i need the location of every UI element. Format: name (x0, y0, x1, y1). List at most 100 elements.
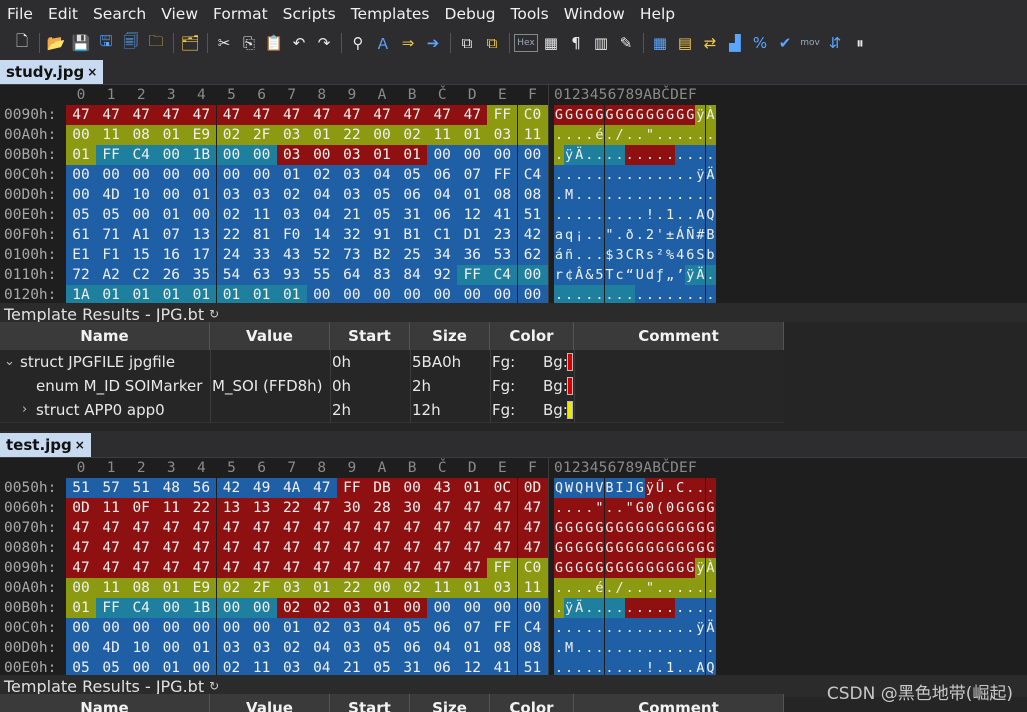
hex-byte[interactable]: 03 (336, 598, 367, 618)
hex-byte[interactable]: 2F (246, 125, 277, 145)
ascii-char[interactable]: . (675, 598, 686, 618)
hex-byte[interactable]: 03 (216, 185, 247, 205)
ascii-char[interactable]: . (594, 185, 605, 205)
hex-byte[interactable]: 00 (156, 638, 187, 658)
hex-byte[interactable]: 47 (96, 538, 127, 558)
ascii-char[interactable]: G (584, 105, 595, 125)
ascii-char[interactable]: G (554, 105, 564, 125)
ascii-char[interactable]: . (655, 598, 665, 618)
ascii-char[interactable]: 3 (614, 245, 625, 265)
hex-byte[interactable]: 47 (216, 538, 247, 558)
ascii-char[interactable]: ¡ (574, 225, 585, 245)
ascii-char[interactable]: r (554, 265, 564, 285)
column-color[interactable]: Color (490, 322, 574, 350)
ascii-char[interactable]: G (614, 558, 625, 578)
hex-byte[interactable]: 00 (96, 165, 127, 185)
ascii-char[interactable]: . (685, 598, 696, 618)
hex-byte[interactable]: 02 (397, 125, 428, 145)
menu-help[interactable]: Help (633, 0, 683, 28)
ascii-char[interactable]: ( (655, 498, 665, 518)
ascii-char[interactable]: G (634, 498, 645, 518)
hex-byte[interactable]: 47 (216, 518, 247, 538)
percent-icon[interactable]: % (748, 31, 772, 55)
ascii-char[interactable]: T (604, 265, 615, 285)
ascii-char[interactable]: . (564, 165, 575, 185)
ascii-char[interactable]: . (665, 285, 676, 305)
ascii-char[interactable]: . (644, 598, 655, 618)
hex-byte[interactable]: 01 (306, 125, 337, 145)
hex-byte[interactable]: 32 (336, 225, 367, 245)
hex-byte[interactable]: 47 (216, 105, 247, 125)
hex-byte[interactable]: 05 (66, 205, 96, 225)
save-as-icon[interactable]: 🖫 (94, 31, 118, 55)
ascii-char[interactable]: . (655, 165, 665, 185)
hex-byte[interactable]: 04 (427, 638, 458, 658)
ascii-char[interactable]: G (564, 558, 575, 578)
hex-byte[interactable]: 00 (457, 285, 488, 305)
column-name[interactable]: Name (0, 694, 210, 712)
ascii-char[interactable]: ÿ (695, 105, 706, 125)
hex-byte[interactable]: 56 (186, 478, 217, 498)
ascii-char[interactable]: G (685, 498, 696, 518)
hex-byte[interactable]: 93 (276, 265, 307, 285)
hex-byte[interactable]: 06 (427, 618, 458, 638)
ascii-char[interactable]: . (665, 578, 676, 598)
hex-editor-test[interactable]: 0 1 2 3 4 5 6 7 8 9 A B Č D E F 0123456789ABČDEF 0050h: 51… (0, 458, 1027, 678)
hex-byte[interactable]: C2 (126, 265, 157, 285)
copy-file-icon[interactable]: 🗂 (178, 31, 202, 55)
ascii-char[interactable]: 1 (665, 205, 676, 225)
ascii-char[interactable]: G (634, 478, 645, 498)
ascii-char[interactable]: ± (665, 225, 676, 245)
ascii-char[interactable]: G (584, 518, 595, 538)
ascii-char[interactable]: é (594, 125, 605, 145)
hex-byte[interactable]: FF (457, 265, 488, 285)
ascii-char[interactable]: Ä (705, 165, 716, 185)
hex-byte[interactable]: 00 (156, 145, 187, 165)
hex-byte[interactable]: 30 (336, 498, 367, 518)
hex-byte[interactable]: 00 (216, 618, 247, 638)
hex-byte[interactable]: 47 (156, 558, 187, 578)
ascii-char[interactable]: G (655, 558, 665, 578)
ascii-char[interactable]: ’ (675, 265, 686, 285)
template-row[interactable]: ⌄ struct JPGFILE jpgfile 0h 5BA0h Fg: Bg: (0, 350, 784, 375)
hex-byte[interactable]: 47 (336, 538, 367, 558)
hex-byte[interactable]: 47 (517, 538, 548, 558)
ascii-char[interactable]: . (624, 165, 635, 185)
hex-byte[interactable]: 01 (306, 578, 337, 598)
ascii-char[interactable]: . (705, 185, 716, 205)
hex-byte[interactable]: 13 (216, 498, 247, 518)
hex-byte[interactable]: 03 (276, 145, 307, 165)
hex-byte[interactable]: 22 (276, 498, 307, 518)
ascii-char[interactable]: ² (655, 245, 665, 265)
ascii-char[interactable]: G (604, 558, 615, 578)
color-swatch[interactable] (567, 377, 573, 395)
ascii-char[interactable]: . (685, 165, 696, 185)
ascii-char[interactable]: . (574, 578, 585, 598)
hex-byte[interactable]: 00 (186, 205, 217, 225)
hex-byte[interactable]: C4 (487, 265, 518, 285)
ascii-char[interactable]: . (705, 598, 716, 618)
ascii-char[interactable]: . (624, 618, 635, 638)
hex-byte[interactable]: 49 (246, 478, 277, 498)
copy-icon[interactable]: ⎘ (237, 31, 261, 55)
ascii-char[interactable]: Ä (574, 145, 585, 165)
ascii-char[interactable]: À (705, 105, 716, 125)
hex-byte[interactable]: 47 (457, 518, 488, 538)
hex-byte[interactable]: 02 (216, 125, 247, 145)
ascii-char[interactable]: . (604, 618, 615, 638)
ascii-char[interactable]: . (665, 478, 676, 498)
column-start[interactable]: Start (330, 694, 410, 712)
ascii-char[interactable]: G (695, 538, 706, 558)
ascii-char[interactable]: . (614, 598, 625, 618)
hex-byte[interactable]: 07 (457, 165, 488, 185)
hex-byte[interactable]: FF (96, 145, 127, 165)
hex-byte[interactable]: 00 (517, 598, 548, 618)
ascii-char[interactable]: C (624, 245, 635, 265)
ascii-char[interactable]: . (614, 498, 625, 518)
ascii-char[interactable]: ÿ (695, 165, 706, 185)
column-size[interactable]: Size (410, 694, 490, 712)
hex-byte[interactable]: 34 (427, 245, 458, 265)
ascii-char[interactable]: S (695, 245, 706, 265)
ascii-char[interactable]: ' (655, 225, 665, 245)
hex-byte[interactable]: 00 (216, 145, 247, 165)
